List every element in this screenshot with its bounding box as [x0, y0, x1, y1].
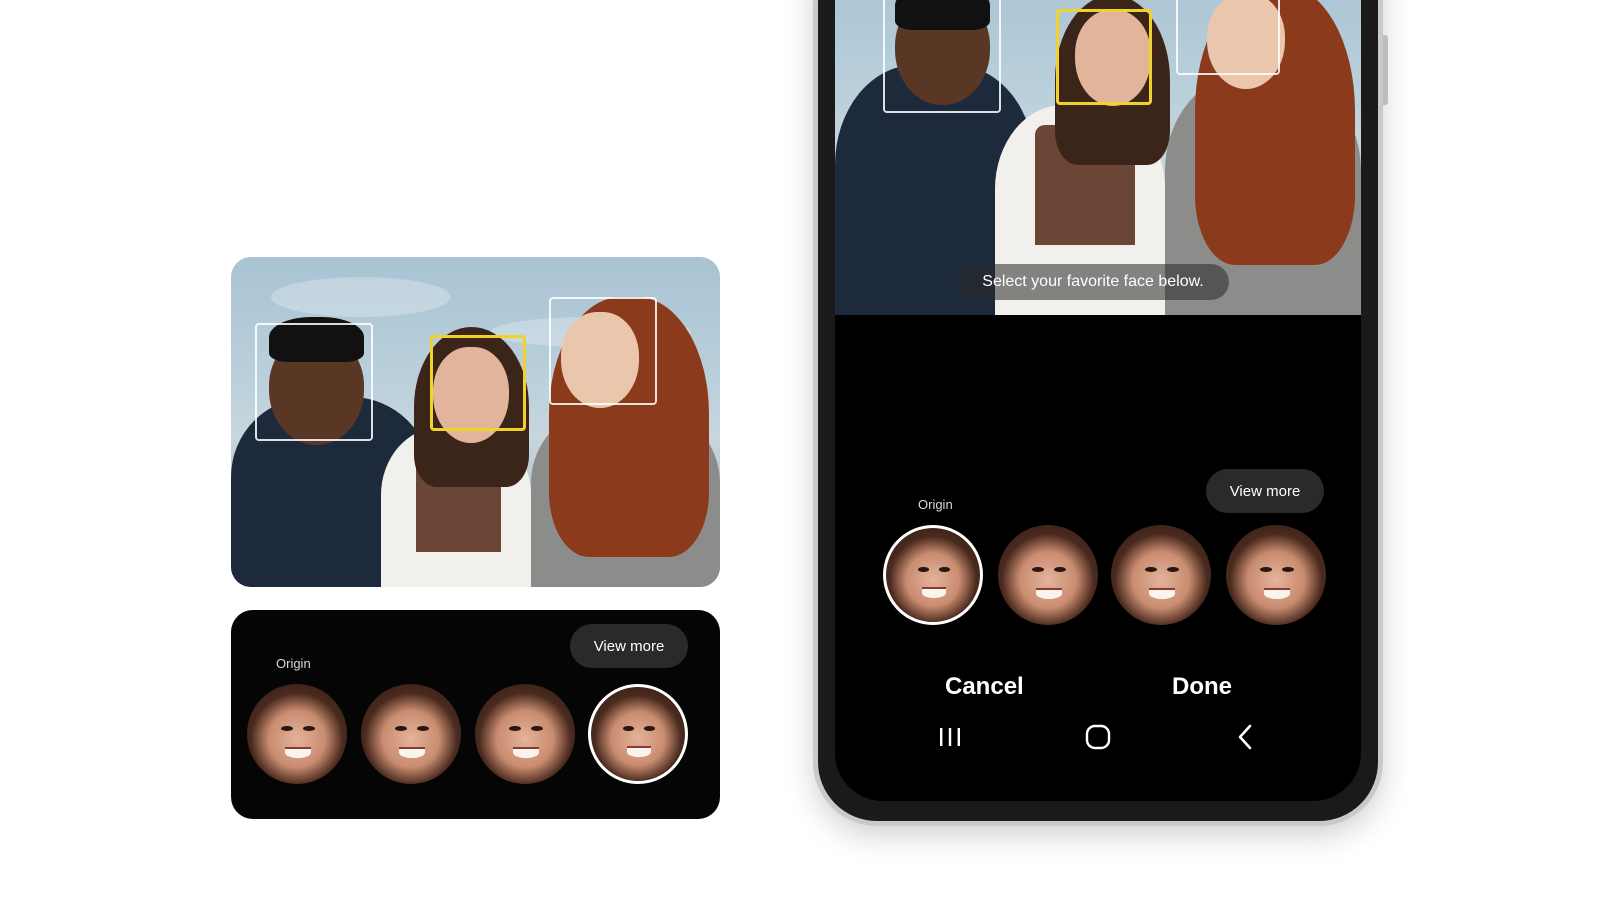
- recents-icon[interactable]: [930, 719, 970, 755]
- selected-face-box[interactable]: [1056, 9, 1152, 105]
- face-detection-box[interactable]: [883, 0, 1001, 113]
- face-detection-box[interactable]: [549, 297, 657, 405]
- selected-face-box[interactable]: [430, 335, 526, 431]
- face-option[interactable]: [1111, 525, 1211, 625]
- face-option[interactable]: [998, 525, 1098, 625]
- home-icon[interactable]: [1078, 719, 1118, 755]
- promo-canvas: View more Origin Select your favorite fa…: [0, 0, 1600, 900]
- back-icon[interactable]: [1225, 719, 1265, 755]
- group-photo: [231, 257, 720, 587]
- origin-label: Origin: [276, 656, 311, 671]
- phone-device: Select your favorite face below. View mo…: [813, 0, 1388, 826]
- group-photo-preview: Select your favorite face below.: [835, 0, 1361, 315]
- face-option[interactable]: [475, 684, 575, 784]
- phone-side-button: [1383, 35, 1388, 105]
- face-option-origin[interactable]: [247, 684, 347, 784]
- face-option[interactable]: [1226, 525, 1326, 625]
- face-detection-box[interactable]: [255, 323, 373, 441]
- selection-hint: Select your favorite face below.: [957, 264, 1229, 300]
- system-navbar: [835, 707, 1361, 767]
- face-option-origin-selected[interactable]: [883, 525, 983, 625]
- face-detection-box[interactable]: [1176, 0, 1280, 75]
- cancel-button[interactable]: Cancel: [945, 673, 1024, 701]
- sky-cloud: [271, 277, 451, 317]
- face-option[interactable]: [361, 684, 461, 784]
- done-button[interactable]: Done: [1172, 673, 1232, 701]
- face-picker-card: View more Origin: [231, 610, 720, 819]
- view-more-button[interactable]: View more: [1206, 469, 1324, 513]
- view-more-button[interactable]: View more: [570, 624, 688, 668]
- phone-screen: Select your favorite face below. View mo…: [835, 0, 1361, 801]
- origin-label: Origin: [918, 497, 953, 512]
- face-option-selected[interactable]: [588, 684, 688, 784]
